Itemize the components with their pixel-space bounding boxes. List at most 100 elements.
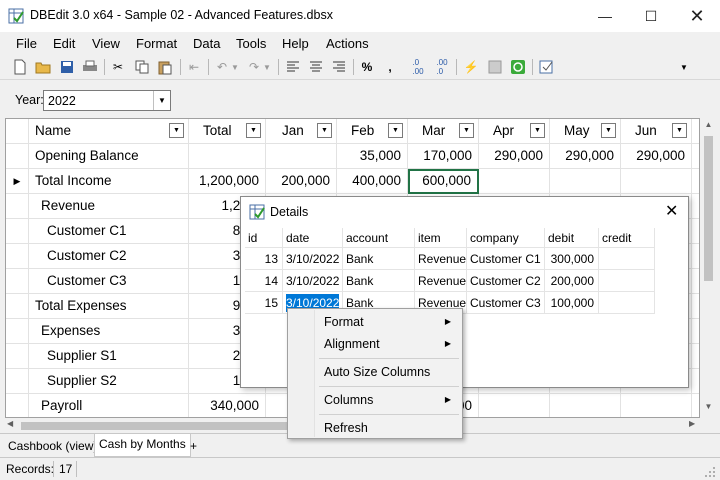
menu-file[interactable]: File bbox=[16, 36, 37, 54]
value-cell[interactable] bbox=[550, 394, 621, 417]
name-cell[interactable]: Customer C3 bbox=[29, 269, 189, 294]
current-cell[interactable]: 600,000 bbox=[408, 169, 479, 194]
row-header[interactable] bbox=[6, 294, 29, 319]
settings-icon[interactable] bbox=[537, 57, 557, 77]
details-debit-cell[interactable]: 200,000 bbox=[545, 270, 599, 292]
details-column-id[interactable]: id bbox=[245, 228, 283, 248]
print-icon[interactable] bbox=[80, 57, 100, 77]
value-cell[interactable]: 290,000 bbox=[479, 144, 550, 169]
redo-icon[interactable]: ↷ bbox=[244, 57, 264, 77]
details-debit-cell[interactable]: 100,000 bbox=[545, 292, 599, 314]
close-window-button[interactable]: ✕ bbox=[674, 0, 720, 32]
name-cell[interactable]: Supplier S1 bbox=[29, 344, 189, 369]
name-cell[interactable]: Payroll bbox=[29, 394, 189, 417]
row-header[interactable] bbox=[6, 319, 29, 344]
value-cell[interactable]: 340,000 bbox=[189, 394, 266, 417]
name-cell[interactable]: Total Income bbox=[29, 169, 189, 194]
checkbox-icon[interactable] bbox=[485, 57, 505, 77]
details-company-cell[interactable]: Customer C2 bbox=[467, 270, 545, 292]
filter-dropdown-icon[interactable]: ▼ bbox=[317, 123, 332, 138]
menu-view[interactable]: View bbox=[92, 36, 120, 54]
scroll-down-icon[interactable]: ▼ bbox=[700, 402, 717, 416]
decrease-decimal-icon[interactable]: .00.0 bbox=[432, 57, 452, 77]
scroll-right-icon[interactable]: ▶ bbox=[689, 419, 695, 428]
lightning-icon[interactable]: ⚡ bbox=[461, 57, 481, 77]
value-cell[interactable]: 200,000 bbox=[266, 169, 337, 194]
details-item-cell[interactable]: Revenue bbox=[415, 270, 467, 292]
filter-dropdown-icon[interactable]: ▼ bbox=[672, 123, 687, 138]
row-header[interactable] bbox=[6, 144, 29, 169]
scroll-up-icon[interactable]: ▲ bbox=[700, 120, 717, 134]
row-header[interactable] bbox=[6, 394, 29, 417]
column-header-may[interactable]: May ▼ bbox=[550, 119, 621, 144]
vertical-scrollbar[interactable]: ▲ ▼ bbox=[700, 118, 717, 418]
details-account-cell[interactable]: Bank bbox=[343, 270, 415, 292]
undo-dropdown-icon[interactable]: ▼ bbox=[230, 57, 240, 77]
menu-edit[interactable]: Edit bbox=[53, 36, 75, 54]
details-date-cell[interactable]: 3/10/2022 bbox=[283, 270, 343, 292]
value-cell[interactable] bbox=[621, 394, 692, 417]
save-icon[interactable] bbox=[57, 57, 77, 77]
menu-item-columns[interactable]: Columns ▶ bbox=[289, 388, 461, 412]
details-column-item[interactable]: item bbox=[415, 228, 467, 248]
align-center-icon[interactable] bbox=[306, 57, 326, 77]
details-id-cell[interactable]: 13 bbox=[245, 248, 283, 270]
filter-dropdown-icon[interactable]: ▼ bbox=[246, 123, 261, 138]
add-tab-button[interactable]: + bbox=[186, 436, 201, 457]
details-account-cell[interactable]: Bank bbox=[343, 248, 415, 270]
refresh-icon[interactable] bbox=[508, 57, 528, 77]
tab-cash-by-months[interactable]: Cash by Months bbox=[94, 434, 191, 457]
menu-format[interactable]: Format bbox=[136, 36, 177, 54]
value-cell[interactable]: 35,000 bbox=[337, 144, 408, 169]
row-header[interactable] bbox=[6, 344, 29, 369]
details-column-debit[interactable]: debit bbox=[545, 228, 599, 248]
value-cell[interactable] bbox=[266, 144, 337, 169]
details-date-cell[interactable]: 3/10/2022 bbox=[283, 248, 343, 270]
value-cell[interactable] bbox=[621, 169, 692, 194]
row-header[interactable] bbox=[6, 244, 29, 269]
row-header[interactable] bbox=[6, 369, 29, 394]
open-folder-icon[interactable] bbox=[33, 57, 53, 77]
row-header[interactable] bbox=[6, 269, 29, 294]
filter-dropdown-icon[interactable]: ▼ bbox=[601, 123, 616, 138]
details-company-cell[interactable]: Customer C3 bbox=[467, 292, 545, 314]
name-cell[interactable]: Total Expenses bbox=[29, 294, 189, 319]
details-item-cell[interactable]: Revenue bbox=[415, 248, 467, 270]
value-cell[interactable] bbox=[189, 144, 266, 169]
menu-actions[interactable]: Actions bbox=[326, 36, 369, 54]
column-header-name[interactable]: Name ▼ bbox=[29, 119, 189, 144]
increase-decimal-icon[interactable]: .0.00 bbox=[408, 57, 428, 77]
menu-data[interactable]: Data bbox=[193, 36, 220, 54]
tab-cashbook-view[interactable]: Cashbook (view) bbox=[4, 436, 101, 457]
details-column-company[interactable]: company bbox=[467, 228, 545, 248]
filter-dropdown-icon[interactable]: ▼ bbox=[169, 123, 184, 138]
paste-icon[interactable] bbox=[155, 57, 175, 77]
column-header-total[interactable]: Total ▼ bbox=[189, 119, 266, 144]
details-column-date[interactable]: date bbox=[283, 228, 343, 248]
scroll-left-icon[interactable]: ◀ bbox=[7, 419, 13, 428]
comma-icon[interactable]: , bbox=[380, 57, 400, 77]
menu-item-alignment[interactable]: Alignment ▶ bbox=[289, 332, 461, 356]
column-header-apr[interactable]: Apr ▼ bbox=[479, 119, 550, 144]
menu-tools[interactable]: Tools bbox=[236, 36, 266, 54]
filter-dropdown-icon[interactable]: ▼ bbox=[530, 123, 545, 138]
row-header[interactable] bbox=[6, 194, 29, 219]
minimize-button[interactable]: — bbox=[582, 0, 628, 32]
menu-item-auto-size-columns[interactable]: Auto Size Columns bbox=[289, 360, 461, 384]
chevron-down-icon[interactable]: ▼ bbox=[153, 91, 170, 110]
name-cell[interactable]: Revenue bbox=[29, 194, 189, 219]
value-cell[interactable]: 290,000 bbox=[550, 144, 621, 169]
align-left-icon[interactable] bbox=[283, 57, 303, 77]
menu-item-refresh[interactable]: Refresh bbox=[289, 416, 461, 440]
details-credit-cell[interactable] bbox=[599, 270, 655, 292]
align-right-icon[interactable] bbox=[329, 57, 349, 77]
column-header-jan[interactable]: Jan ▼ bbox=[266, 119, 337, 144]
value-cell[interactable]: 290,000 bbox=[621, 144, 692, 169]
column-header-feb[interactable]: Feb ▼ bbox=[337, 119, 408, 144]
vertical-scroll-thumb[interactable] bbox=[704, 136, 713, 281]
menu-help[interactable]: Help bbox=[282, 36, 309, 54]
details-id-cell[interactable]: 14 bbox=[245, 270, 283, 292]
details-column-credit[interactable]: credit bbox=[599, 228, 655, 248]
name-cell[interactable]: Supplier S2 bbox=[29, 369, 189, 394]
value-cell[interactable] bbox=[479, 169, 550, 194]
